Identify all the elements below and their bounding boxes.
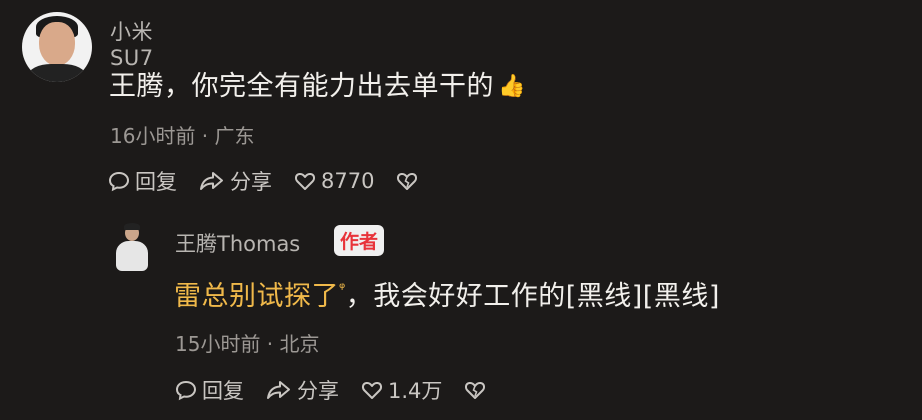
- reply-icon: [175, 380, 197, 401]
- reply-label: 回复: [135, 170, 177, 194]
- share-label: 分享: [297, 379, 339, 403]
- share-button[interactable]: 分享: [266, 375, 339, 405]
- reply-icon: [108, 171, 130, 192]
- reply-actions: 回复 分享 1.4万: [175, 375, 513, 405]
- share-label: 分享: [230, 170, 272, 194]
- share-icon: [200, 172, 223, 190]
- reply-text-link[interactable]: 雷总别试探了: [174, 281, 339, 312]
- dislike-button[interactable]: [464, 379, 491, 401]
- broken-heart-icon: [397, 172, 418, 190]
- reply-text-rest: ，我会好好工作的[黑线][黑线]: [345, 281, 720, 312]
- reply-button[interactable]: 回复: [108, 166, 177, 196]
- avatar[interactable]: [22, 12, 92, 82]
- reply-label: 回复: [202, 379, 244, 403]
- username[interactable]: 王腾Thomas: [175, 228, 300, 258]
- search-mark-icon[interactable]: ᵠ: [339, 279, 346, 297]
- author-badge: 作者: [334, 225, 385, 256]
- heart-icon: [294, 172, 316, 190]
- avatar[interactable]: [112, 223, 152, 271]
- username[interactable]: 小米SU7: [110, 16, 154, 70]
- comment-text: 王腾，你完全有能力出去单干的 👍: [109, 64, 526, 103]
- heart-icon: [361, 381, 383, 399]
- comment-text-content: 王腾，你完全有能力出去单干的: [109, 71, 494, 102]
- reply-button[interactable]: 回复: [175, 375, 244, 405]
- thumbs-up-icon: 👍: [498, 74, 526, 99]
- broken-heart-icon: [465, 381, 486, 399]
- comment-actions: 回复 分享 8770: [108, 166, 445, 196]
- dislike-button[interactable]: [396, 170, 423, 192]
- share-button[interactable]: 分享: [199, 166, 272, 196]
- comment-meta: 16小时前 · 广东: [110, 124, 255, 148]
- like-count: 8770: [321, 169, 375, 193]
- like-count: 1.4万: [388, 379, 443, 403]
- share-icon: [267, 381, 290, 399]
- like-button[interactable]: 1.4万: [361, 375, 442, 405]
- like-button[interactable]: 8770: [294, 169, 374, 193]
- reply-meta: 15小时前 · 北京: [175, 332, 320, 356]
- reply-text: 雷总别试探了ᵠ，我会好好工作的[黑线][黑线]: [174, 274, 720, 313]
